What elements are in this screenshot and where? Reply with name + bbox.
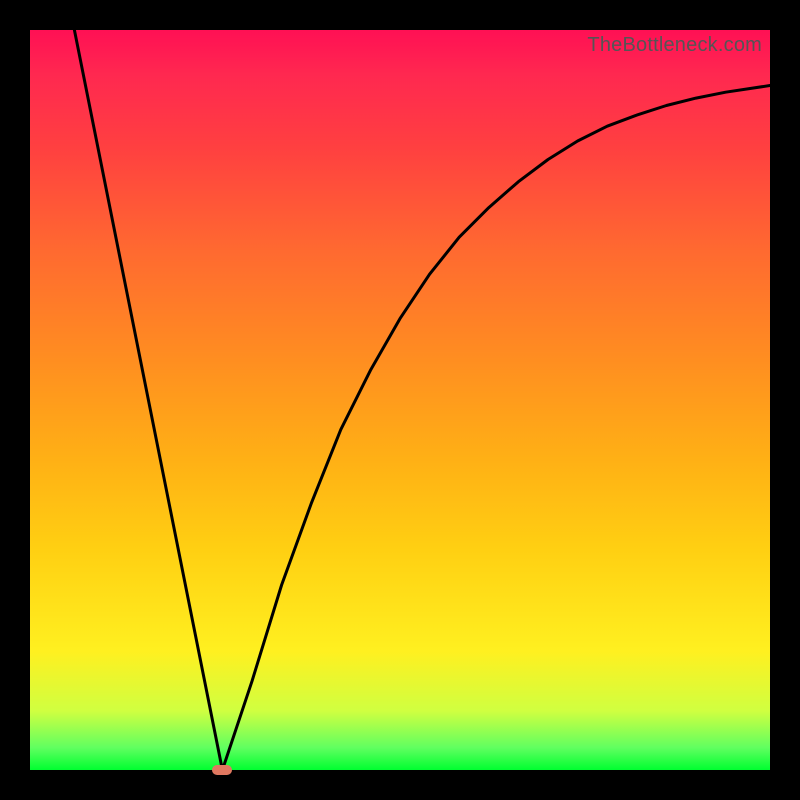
bottleneck-curve <box>30 30 770 770</box>
minimum-marker <box>212 765 232 775</box>
plot-area: TheBottleneck.com <box>30 30 770 770</box>
curve-path <box>74 30 770 770</box>
chart-frame: TheBottleneck.com <box>0 0 800 800</box>
